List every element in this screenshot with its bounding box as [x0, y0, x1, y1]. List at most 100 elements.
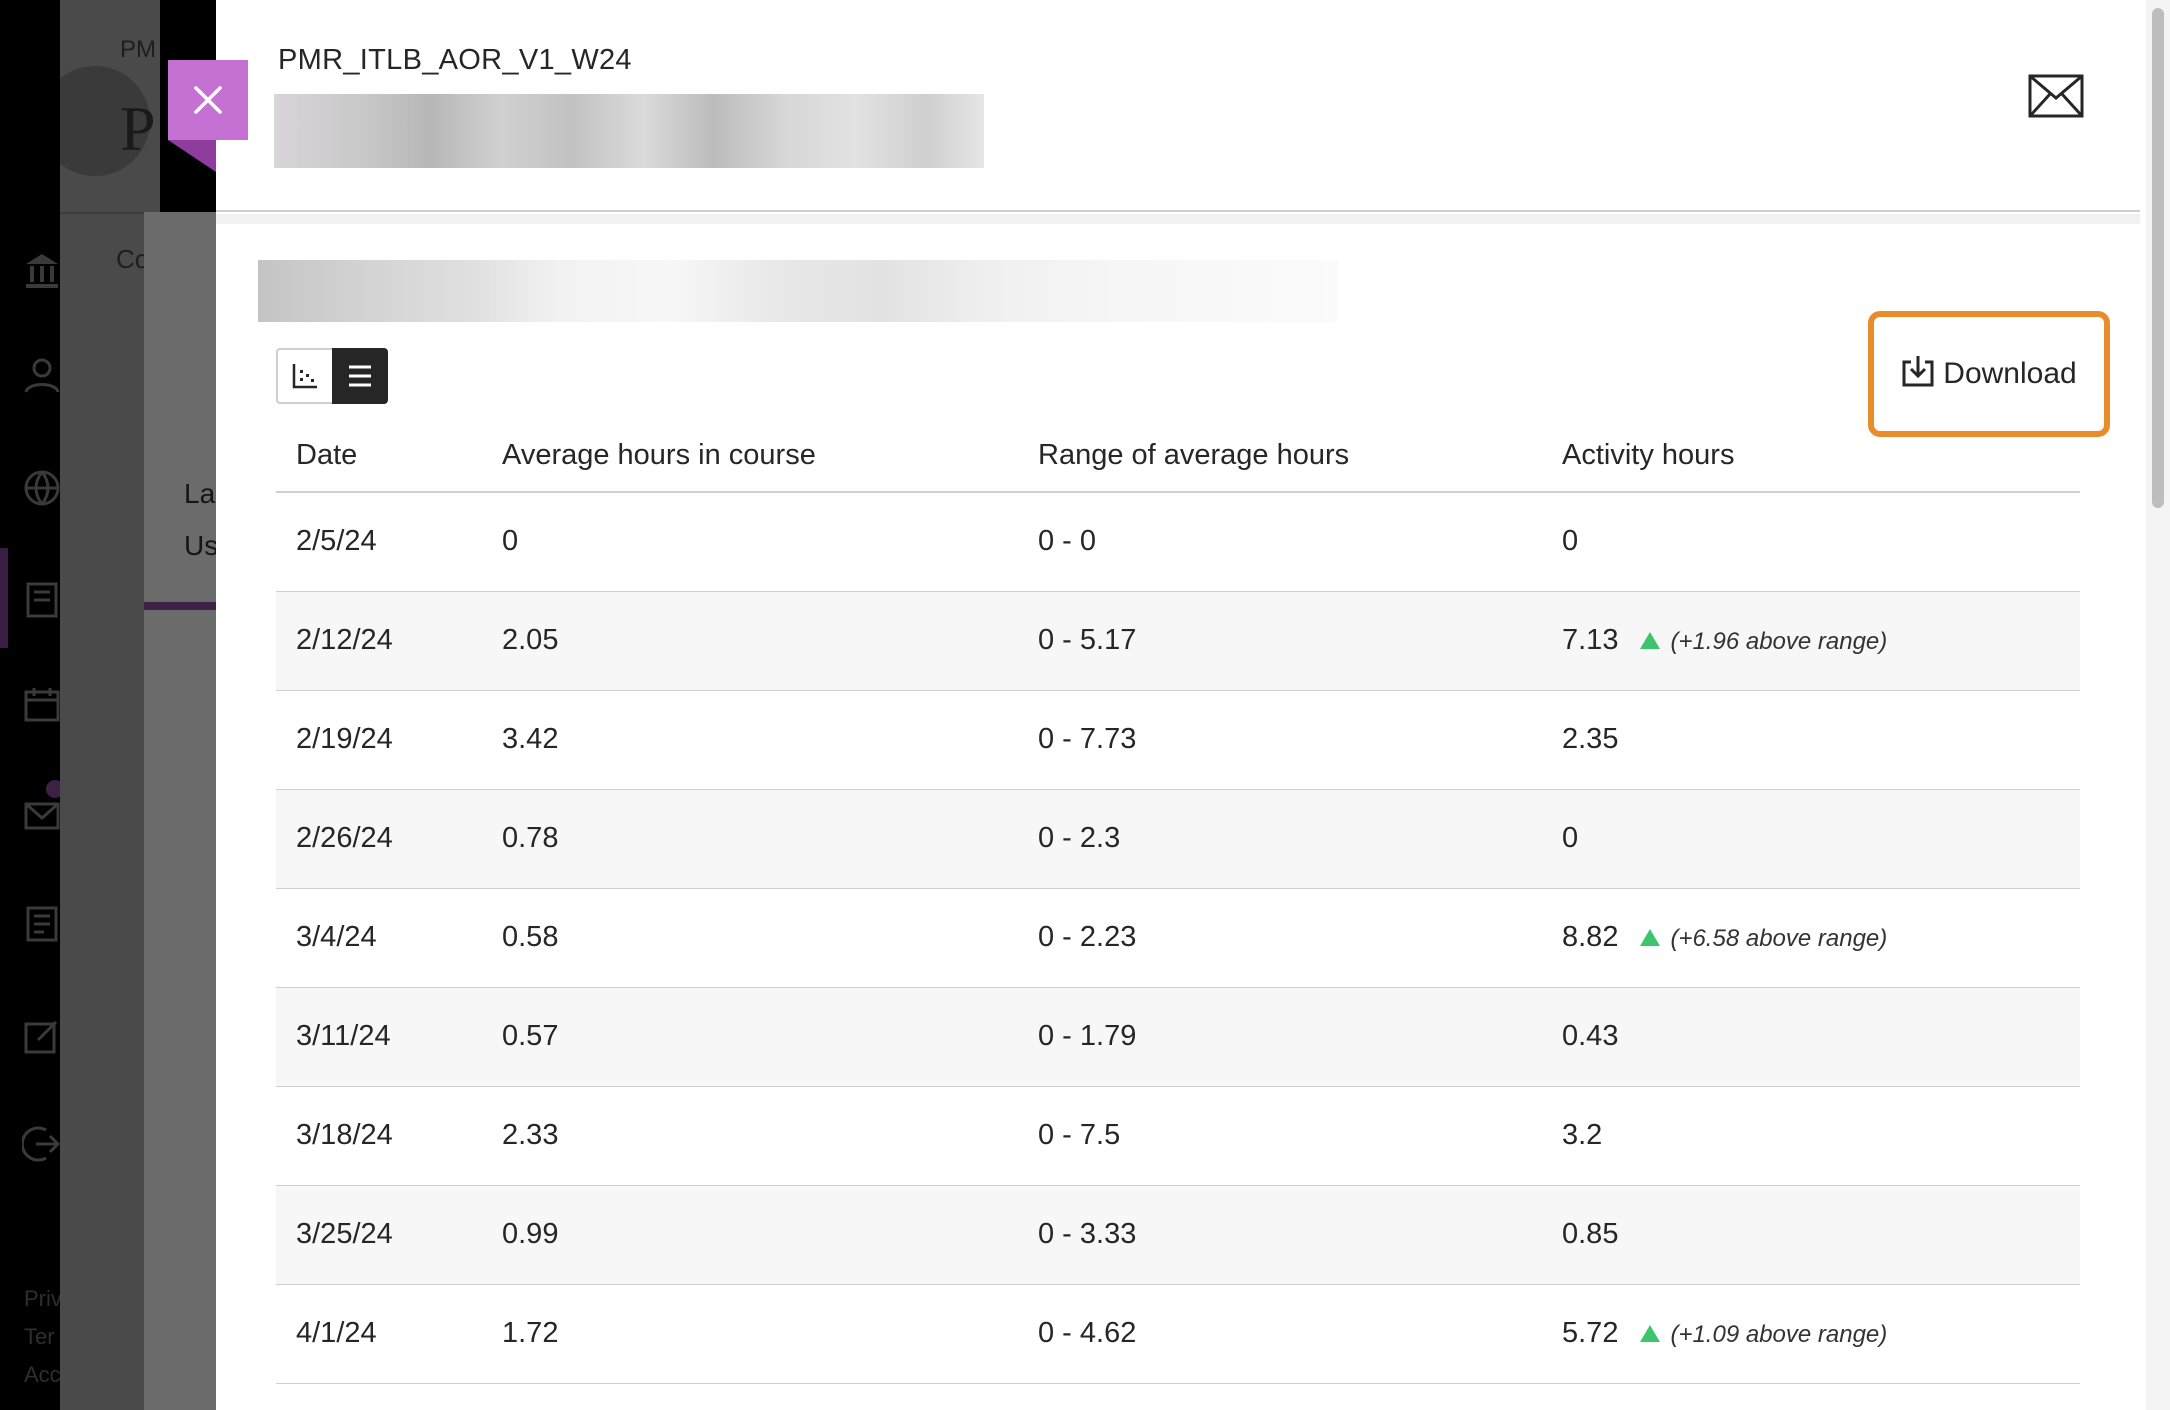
nav-rail: Priv Ter Acc: [0, 0, 64, 1410]
cell-range: 0 - 5.17: [1018, 591, 1542, 691]
table-row: 3/18/24 2.33 0 - 7.5 3.2: [276, 1086, 2080, 1186]
activity-hours-value: 8.82: [1562, 921, 1619, 953]
cell-date: 2/26/24: [276, 789, 482, 889]
chart-view-button[interactable]: [276, 348, 332, 404]
chart-icon: [292, 364, 317, 389]
above-range-note: (+1.09 above range): [1670, 1321, 1888, 1348]
cell-date: 4/1/24: [276, 1284, 482, 1384]
calendar-icon[interactable]: [22, 684, 62, 724]
redacted-student-name: [274, 94, 984, 168]
cell-date: 3/4/24: [276, 888, 482, 988]
table-row: 4/1/24 1.72 0 - 4.62 5.72 (+1.09 above range…: [276, 1284, 2080, 1384]
cell-range: 0 - 2.3: [1018, 789, 1542, 889]
background-card-line-2: Us: [184, 530, 219, 561]
activity-hours-value: 3.2: [1562, 1119, 1603, 1151]
table-row: 2/19/24 3.42 0 - 7.73 2.35: [276, 690, 2080, 790]
table-row: 3/25/24 0.99 0 - 3.33 0.85: [276, 1185, 2080, 1285]
table-header-row: Date Average hours in course Range of av…: [276, 420, 2080, 493]
courses-icon[interactable]: [22, 580, 62, 620]
table-row: 3/4/24 0.58 0 - 2.23 8.82 (+6.58 above range…: [276, 888, 2080, 988]
institution-icon[interactable]: [22, 250, 62, 290]
header-activity-hours: Activity hours: [1542, 420, 2080, 493]
view-toggle: [276, 348, 388, 404]
activity-hours-value: 0: [1562, 822, 1579, 854]
header-divider: [216, 214, 2140, 224]
above-range-arrow-icon: [1640, 929, 1661, 946]
close-icon: [194, 86, 222, 114]
download-button[interactable]: Download: [1868, 311, 2110, 437]
header-range: Range of average hours: [1018, 420, 1542, 493]
background-page-title: P: [120, 93, 156, 164]
panel-scrollbar[interactable]: [2146, 0, 2170, 1410]
table-row: 2/12/24 2.05 0 - 5.17 7.13 (+1.96 above rang…: [276, 591, 2080, 691]
globe-icon[interactable]: [22, 468, 62, 508]
close-button-tail: [168, 140, 216, 172]
cell-average-hours: 2.05: [482, 591, 1018, 691]
activity-table: Date Average hours in course Range of av…: [276, 420, 2080, 1384]
mail-icon[interactable]: [2028, 74, 2084, 118]
cell-activity-hours: 7.13 (+1.96 above range): [1542, 591, 2080, 691]
above-range-note: (+1.96 above range): [1670, 628, 1888, 655]
panel-title: PMR_ITLB_AOR_V1_W24: [278, 44, 632, 76]
table-row: 3/11/24 0.57 0 - 1.79 0.43: [276, 987, 2080, 1087]
footer-link-accessibility[interactable]: Acc: [24, 1356, 62, 1394]
footer-links: Priv Ter Acc: [24, 1280, 62, 1394]
cell-average-hours: 1.72: [482, 1284, 1018, 1384]
background-breadcrumb: PM: [120, 36, 156, 63]
above-range-arrow-icon: [1640, 632, 1661, 649]
activity-hours-value: 0.85: [1562, 1218, 1619, 1250]
sign-out-icon[interactable]: [22, 1124, 62, 1164]
cell-range: 0 - 7.5: [1018, 1086, 1542, 1186]
download-icon: [1902, 356, 1934, 387]
profile-icon[interactable]: [22, 354, 62, 394]
footer-link-privacy[interactable]: Priv: [24, 1280, 62, 1318]
activity-hours-value: 7.13: [1562, 624, 1619, 656]
activity-hours-value: 2.35: [1562, 723, 1619, 755]
redacted-subtitle: [258, 260, 1338, 322]
footer-link-terms[interactable]: Ter: [24, 1318, 62, 1356]
cell-activity-hours: 0.85: [1542, 1185, 2080, 1285]
header-date: Date: [276, 420, 482, 493]
cell-activity-hours: 8.82 (+6.58 above range): [1542, 888, 2080, 988]
scrollbar-thumb[interactable]: [2152, 8, 2164, 508]
cell-activity-hours: 2.35: [1542, 690, 2080, 790]
edit-icon[interactable]: [22, 1016, 62, 1056]
messages-icon[interactable]: [22, 796, 62, 836]
header-average-hours: Average hours in course: [482, 420, 1018, 493]
table-row: 2/5/24 0 0 - 00: [276, 492, 2080, 592]
list-icon: [349, 365, 371, 387]
panel-header: PMR_ITLB_AOR_V1_W24: [216, 0, 2140, 212]
list-view-button[interactable]: [332, 348, 388, 404]
cell-date: 2/12/24: [276, 591, 482, 691]
cell-average-hours: 0.99: [482, 1185, 1018, 1285]
background-card-line-1: La: [184, 478, 216, 509]
cell-date: 3/11/24: [276, 987, 482, 1087]
cell-activity-hours: 0.43: [1542, 987, 2080, 1087]
cell-average-hours: 3.42: [482, 690, 1018, 790]
cell-range: 0 - 4.62: [1018, 1284, 1542, 1384]
cell-range: 0 - 7.73: [1018, 690, 1542, 790]
cell-activity-hours: 0: [1542, 789, 2080, 889]
cell-average-hours: 0: [482, 492, 1018, 592]
cell-date: 2/19/24: [276, 690, 482, 790]
cell-activity-hours: 3.2: [1542, 1086, 2080, 1186]
table-row: 2/26/24 0.78 0 - 2.3 0: [276, 789, 2080, 889]
background-tab-underline: [144, 602, 224, 610]
cell-activity-hours: 0: [1542, 492, 2080, 592]
cell-date: 3/25/24: [276, 1185, 482, 1285]
cell-average-hours: 2.33: [482, 1086, 1018, 1186]
cell-average-hours: 0.58: [482, 888, 1018, 988]
report-panel: PMR_ITLB_AOR_V1_W24 Download Date Averag…: [216, 0, 2170, 1410]
cell-range: 0 - 0: [1018, 492, 1542, 592]
close-button[interactable]: [168, 60, 248, 140]
activity-hours-value: 0.43: [1562, 1020, 1619, 1052]
cell-range: 0 - 3.33: [1018, 1185, 1542, 1285]
above-range-note: (+6.58 above range): [1670, 925, 1888, 952]
cell-date: 2/5/24: [276, 492, 482, 592]
grades-icon[interactable]: [22, 904, 62, 944]
cell-date: 3/18/24: [276, 1086, 482, 1186]
activity-hours-value: 5.72: [1562, 1317, 1619, 1349]
cell-range: 0 - 1.79: [1018, 987, 1542, 1087]
cell-range: 0 - 2.23: [1018, 888, 1542, 988]
cell-average-hours: 0.57: [482, 987, 1018, 1087]
